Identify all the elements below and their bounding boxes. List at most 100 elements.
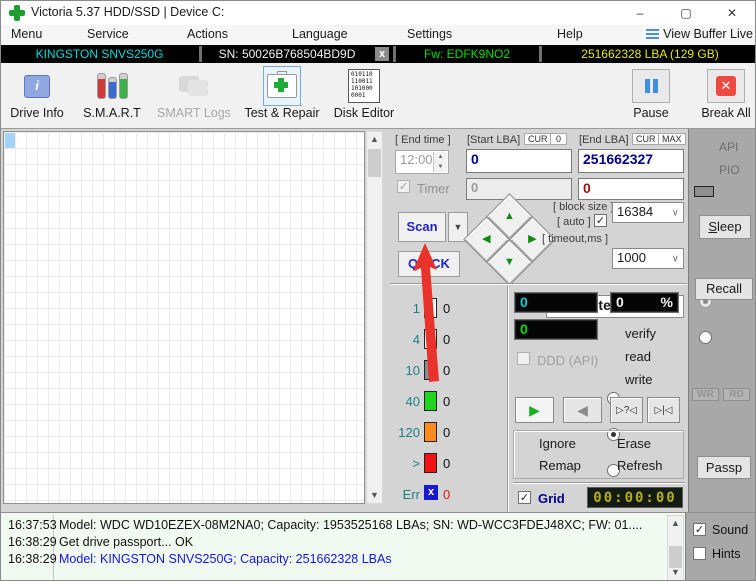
- wr-button: WR: [692, 388, 719, 401]
- timeout-select[interactable]: 1000 ∨: [612, 248, 684, 269]
- toolbar-disk-editor[interactable]: 010110 110011 101000 0001 Disk Editor: [329, 67, 399, 125]
- legend-block-1: [424, 298, 437, 318]
- pio-radio[interactable]: [699, 331, 712, 344]
- auto-label: [ auto ]: [557, 216, 591, 228]
- ignore-label: Ignore: [539, 436, 576, 451]
- divider: [390, 283, 687, 285]
- scroll-up-icon[interactable]: ▲: [367, 132, 382, 147]
- menu-item-language[interactable]: Language: [288, 27, 352, 41]
- menu-item-menu[interactable]: Menu: [7, 27, 46, 41]
- block-size-select[interactable]: 16384 ∨: [612, 202, 684, 223]
- divider: [507, 286, 509, 512]
- current-lba-display: 0: [514, 292, 598, 313]
- chevron-down-icon: ∨: [671, 207, 679, 218]
- log-row[interactable]: 16:38:29 Get drive passport... OK: [1, 534, 685, 551]
- maximize-button[interactable]: ▢: [669, 1, 703, 25]
- quick-button[interactable]: QUICK: [398, 251, 460, 277]
- end-lba-max-button[interactable]: MAX: [658, 133, 686, 145]
- toolbar-test-repair[interactable]: Test & Repair: [239, 66, 325, 125]
- start-lba-zero-button[interactable]: 0: [550, 133, 567, 145]
- passp-button[interactable]: Passp: [697, 456, 751, 479]
- map-scrollbar[interactable]: ▲ ▼: [366, 131, 383, 504]
- toolbar-break-all[interactable]: ✕ Break All: [698, 67, 754, 125]
- start-lba-input[interactable]: 0: [466, 149, 572, 173]
- percent-sign: %: [660, 294, 673, 310]
- close-button[interactable]: ✕: [715, 1, 749, 25]
- end-time-spinner[interactable]: 12:00 ▲ ▼: [395, 150, 449, 174]
- auto-checkbox[interactable]: ✓: [594, 214, 607, 227]
- seek-end-button[interactable]: ▷|◁: [647, 397, 680, 423]
- legend-count-10: 0: [443, 363, 451, 378]
- hints-checkbox[interactable]: [693, 547, 706, 560]
- device-serial: SN: 50026B768504BD9D: [218, 47, 356, 61]
- legend-label-err: Err: [402, 487, 420, 502]
- erase-label: Erase: [617, 436, 651, 451]
- smart-tubes-icon: [96, 73, 128, 99]
- seek-error-button[interactable]: ▷?◁: [610, 397, 643, 423]
- grid-label: Grid: [538, 491, 565, 506]
- window-title: Victoria 5.37 HDD/SSD | Device C:: [31, 5, 225, 19]
- scroll-up-icon[interactable]: ▲: [668, 516, 683, 531]
- log-time: 16:38:29: [8, 535, 57, 549]
- down-triangle-icon: ▼: [504, 255, 515, 268]
- view-buffer-live[interactable]: View Buffer Live: [646, 27, 753, 41]
- timer-checkbox: ✓: [397, 180, 410, 193]
- nav-diamond: ▲ ◀ ▶ ▼: [463, 193, 556, 286]
- legend-count-err: 0: [443, 487, 451, 502]
- verify-label: verify: [625, 326, 657, 341]
- toolbar-smart-logs: SMART Logs: [153, 67, 235, 125]
- reverse-button[interactable]: ◀: [563, 397, 602, 423]
- spinner-arrows-icon[interactable]: ▲ ▼: [433, 152, 447, 172]
- legend-block-4: [424, 329, 437, 349]
- log-row[interactable]: 16:37:53 Model: WDC WD10EZEX-08M2NA0; Ca…: [1, 517, 685, 534]
- elapsed-time-led: 00:00:00: [587, 487, 683, 508]
- buffer-list-icon: [646, 29, 660, 39]
- left-triangle-icon: ◀: [482, 233, 491, 245]
- scroll-down-icon[interactable]: ▼: [668, 565, 683, 580]
- speed-display: 0: [514, 319, 598, 340]
- scan-block-map[interactable]: [3, 131, 365, 504]
- end-time-label: [ End time ]: [395, 134, 451, 146]
- toolbar-pause[interactable]: Pause: [626, 67, 676, 125]
- end-lba-cur-button[interactable]: CUR: [632, 133, 660, 145]
- sound-checkbox[interactable]: ✓: [693, 523, 706, 536]
- drive-info-icon: i: [24, 74, 50, 98]
- grid-checkbox[interactable]: ✓: [518, 491, 531, 504]
- legend-count-120: 0: [443, 425, 451, 440]
- test-repair-label: Test & Repair: [244, 106, 320, 120]
- start-scan-button[interactable]: ▶: [515, 397, 554, 423]
- sound-label: Sound: [712, 523, 749, 537]
- recall-button[interactable]: Recall: [695, 278, 753, 300]
- menu-item-service[interactable]: Service: [83, 27, 133, 41]
- device-model: KINGSTON SNVS250G: [35, 47, 164, 61]
- toolbar-smart[interactable]: S.M.A.R.T: [79, 67, 145, 125]
- map-scrollbar-thumb[interactable]: [368, 149, 381, 177]
- start-lba-label: [Start LBA]: [467, 134, 521, 146]
- pause-icon: [644, 79, 658, 93]
- read-label: read: [625, 349, 652, 364]
- scan-button[interactable]: Scan: [398, 212, 446, 242]
- block-size-value: 16384: [617, 204, 654, 219]
- end-lba-input[interactable]: 251662327: [578, 149, 684, 173]
- log-time: 16:38:29: [8, 552, 57, 566]
- device-close-chip[interactable]: x: [375, 47, 389, 61]
- view-buffer-live-label: View Buffer Live: [663, 27, 753, 41]
- ddd-api-checkbox: [517, 352, 530, 365]
- sleep-button[interactable]: Sleep: [699, 215, 751, 239]
- menu-item-actions[interactable]: Actions: [183, 27, 232, 41]
- log-row[interactable]: 16:38:29 Model: KINGSTON SNVS250G; Capac…: [1, 551, 685, 568]
- disk-editor-label: Disk Editor: [333, 106, 395, 120]
- menu-item-help[interactable]: Help: [553, 27, 587, 41]
- error-count-input[interactable]: 0: [578, 178, 684, 200]
- start-lba-cur-button[interactable]: CUR: [524, 133, 552, 145]
- scroll-down-icon[interactable]: ▼: [367, 488, 382, 503]
- minimize-button[interactable]: –: [623, 1, 657, 25]
- menu-item-settings[interactable]: Settings: [403, 27, 456, 41]
- log-panel: 16:37:53 Model: WDC WD10EZEX-08M2NA0; Ca…: [1, 512, 685, 580]
- remap-label: Remap: [539, 458, 581, 473]
- up-triangle-icon: ▲: [504, 209, 515, 222]
- toolbar-drive-info[interactable]: i Drive Info: [5, 67, 69, 125]
- device-info-bar: KINGSTON SNVS250G SN: 50026B768504BD9D x…: [1, 45, 755, 63]
- app-logo-cross-icon: [9, 5, 25, 21]
- log-scrollbar[interactable]: ▲ ▼: [667, 515, 684, 580]
